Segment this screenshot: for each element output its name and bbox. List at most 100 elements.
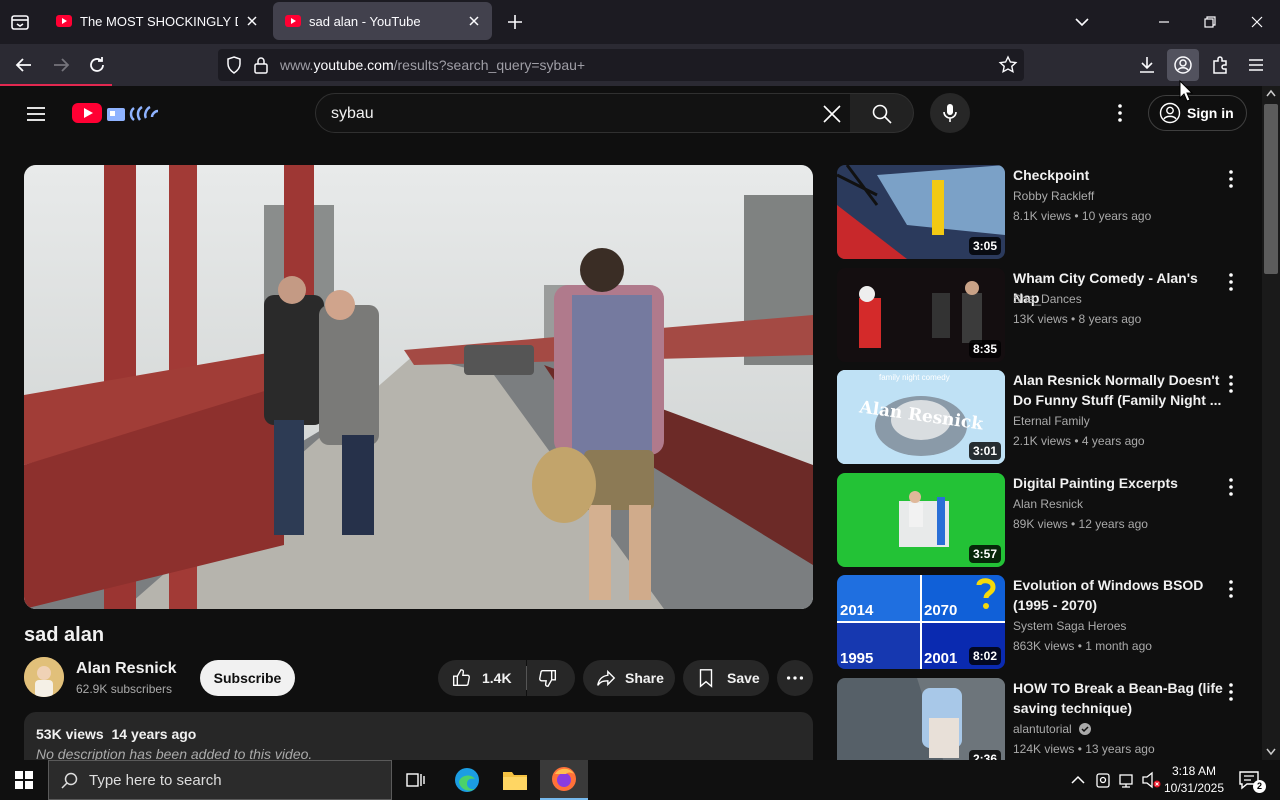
forward-arrow-icon[interactable] <box>49 53 73 77</box>
action-menu-icon[interactable] <box>1219 680 1243 704</box>
tray-app-icon[interactable] <box>1095 771 1111 789</box>
duration-badge: 3:05 <box>968 237 1001 255</box>
taskbar-search-box[interactable]: Type here to search <box>48 760 392 800</box>
action-menu-icon[interactable] <box>1219 270 1243 294</box>
firefox-icon <box>552 767 576 791</box>
scroll-down-arrow-icon[interactable] <box>1266 748 1276 756</box>
duration-badge: 3:01 <box>968 442 1001 460</box>
close-tab-icon[interactable] <box>466 13 482 29</box>
action-menu-icon[interactable] <box>1219 167 1243 191</box>
task-view-button[interactable] <box>392 760 440 800</box>
action-menu-icon[interactable] <box>1219 577 1243 601</box>
microphone-icon <box>943 104 957 122</box>
guide-menu-icon[interactable] <box>24 102 48 126</box>
new-tab-icon[interactable] <box>504 11 526 33</box>
back-arrow-icon[interactable] <box>12 53 36 77</box>
scrollbar-thumb[interactable] <box>1264 104 1278 274</box>
recommendation-meta: 89K views • 12 years ago <box>1013 517 1148 531</box>
search-button[interactable] <box>850 93 914 133</box>
url-path: /results?search_query=sybau+ <box>393 57 586 73</box>
recommendation-item[interactable]: 8:35 Wham City Comedy - Alan's Nap She_D… <box>837 268 1257 363</box>
youtube-logo-icon[interactable] <box>72 100 162 126</box>
dislike-button[interactable] <box>527 660 575 696</box>
start-button[interactable] <box>0 760 48 800</box>
recommendation-item[interactable]: 2014 2070 1995 2001 8:02 Evolution of Wi… <box>837 575 1257 670</box>
show-hidden-icons-chevron-icon[interactable] <box>1071 774 1085 786</box>
clear-search-icon[interactable] <box>820 102 844 126</box>
channel-avatar[interactable] <box>24 657 64 697</box>
recommendation-thumbnail[interactable]: 3:05 <box>837 165 1005 259</box>
recommendation-channel[interactable]: Eternal Family <box>1013 414 1090 428</box>
extensions-icon[interactable] <box>1208 53 1232 77</box>
recommendation-item[interactable]: 3:57 Digital Painting Excerpts Alan Resn… <box>837 473 1257 568</box>
list-all-tabs-chevron-icon[interactable] <box>1070 10 1094 34</box>
url-prefix: www. <box>280 57 314 73</box>
share-button[interactable]: Share <box>583 660 675 696</box>
view-count-and-date: 53K views 14 years ago <box>36 726 196 742</box>
recommendation-meta: 124K views • 13 years ago <box>1013 742 1155 756</box>
action-menu-icon[interactable] <box>1219 475 1243 499</box>
edge-browser-icon <box>455 768 479 792</box>
url-text: www.youtube.com/results?search_query=syb… <box>280 57 585 73</box>
volume-muted-icon[interactable] <box>1141 771 1161 789</box>
close-tab-icon[interactable] <box>244 13 260 29</box>
system-clock[interactable]: 3:18 AM 10/31/2025 <box>1162 763 1226 797</box>
bookmark-star-icon[interactable] <box>998 55 1018 75</box>
url-bar[interactable]: www.youtube.com/results?search_query=syb… <box>218 49 1024 81</box>
thumbnail-caption-top: family night comedy <box>879 373 950 382</box>
recommendation-channel[interactable]: She_Dances <box>1013 292 1082 306</box>
recommendation-thumbnail[interactable]: 3:57 <box>837 473 1005 567</box>
search-input[interactable]: sybau <box>315 93 851 133</box>
recommendation-item[interactable]: 3:05 Checkpoint Robby Rackleff 8.1K view… <box>837 165 1257 260</box>
bookmark-icon <box>699 669 713 688</box>
channel-name[interactable]: Alan Resnick <box>76 660 176 678</box>
subscribe-button[interactable]: Subscribe <box>200 660 295 696</box>
youtube-favicon-icon <box>56 15 72 27</box>
save-button[interactable]: Save <box>683 660 769 696</box>
browser-tab-inactive[interactable]: The MOST SHOCKINGLY Dirty C <box>44 2 270 40</box>
account-button[interactable] <box>1167 49 1199 81</box>
tab-list-icon[interactable] <box>8 10 32 34</box>
recommendation-meta: 2.1K views • 4 years ago <box>1013 434 1145 448</box>
video-player[interactable] <box>24 165 813 609</box>
recommendation-thumbnail[interactable]: 2014 2070 1995 2001 8:02 <box>837 575 1005 669</box>
duration-badge: 3:57 <box>968 545 1001 563</box>
like-button[interactable]: 1.4K <box>438 660 526 696</box>
action-menu-icon[interactable] <box>1219 372 1243 396</box>
settings-kebab-icon[interactable] <box>1108 101 1132 125</box>
recommendation-channel[interactable]: alantutorial <box>1013 722 1092 736</box>
thumbs-up-icon <box>452 669 470 687</box>
recommendation-channel[interactable]: Alan Resnick <box>1013 497 1083 511</box>
more-actions-button[interactable] <box>777 660 813 696</box>
sign-in-button[interactable]: Sign in <box>1148 95 1247 131</box>
recommendation-item[interactable]: 2:36 HOW TO Break a Bean-Bag (life savin… <box>837 678 1257 760</box>
page-scrollbar[interactable] <box>1262 86 1280 760</box>
scroll-up-arrow-icon[interactable] <box>1266 89 1276 97</box>
file-explorer-taskbar-button[interactable] <box>491 760 539 800</box>
restore-icon[interactable] <box>1198 10 1222 34</box>
close-window-icon[interactable] <box>1245 10 1269 34</box>
recommendation-channel[interactable]: System Saga Heroes <box>1013 619 1126 633</box>
recommendation-thumbnail[interactable]: 2:36 <box>837 678 1005 760</box>
minimize-icon[interactable] <box>1152 10 1176 34</box>
lock-icon[interactable] <box>252 55 270 75</box>
network-icon[interactable] <box>1118 771 1136 789</box>
voice-search-button[interactable] <box>930 93 970 133</box>
recommendation-thumbnail[interactable]: family night comedy Alan Resnick 3:01 <box>837 370 1005 464</box>
downloads-icon[interactable] <box>1135 53 1159 77</box>
clock-date: 10/31/2025 <box>1163 781 1225 795</box>
browser-tab-active[interactable]: sad alan - YouTube <box>273 2 492 40</box>
recommendation-thumbnail[interactable]: 8:35 <box>837 268 1005 362</box>
hamburger-menu-icon[interactable] <box>1244 53 1268 77</box>
recommendation-item[interactable]: family night comedy Alan Resnick 3:01 Al… <box>837 370 1257 465</box>
recommendation-title: Digital Painting Excerpts <box>1013 475 1178 491</box>
edge-taskbar-button[interactable] <box>443 760 491 800</box>
tracking-shield-icon[interactable] <box>224 55 244 75</box>
thumbnail-year-1995: 1995 <box>840 650 874 667</box>
video-title: sad alan <box>24 624 105 646</box>
save-label: Save <box>727 670 760 686</box>
recommendation-channel[interactable]: Robby Rackleff <box>1013 189 1094 203</box>
notification-center-button[interactable]: 2 <box>1234 766 1268 794</box>
reload-icon[interactable] <box>85 53 109 77</box>
firefox-taskbar-button[interactable] <box>540 760 588 800</box>
